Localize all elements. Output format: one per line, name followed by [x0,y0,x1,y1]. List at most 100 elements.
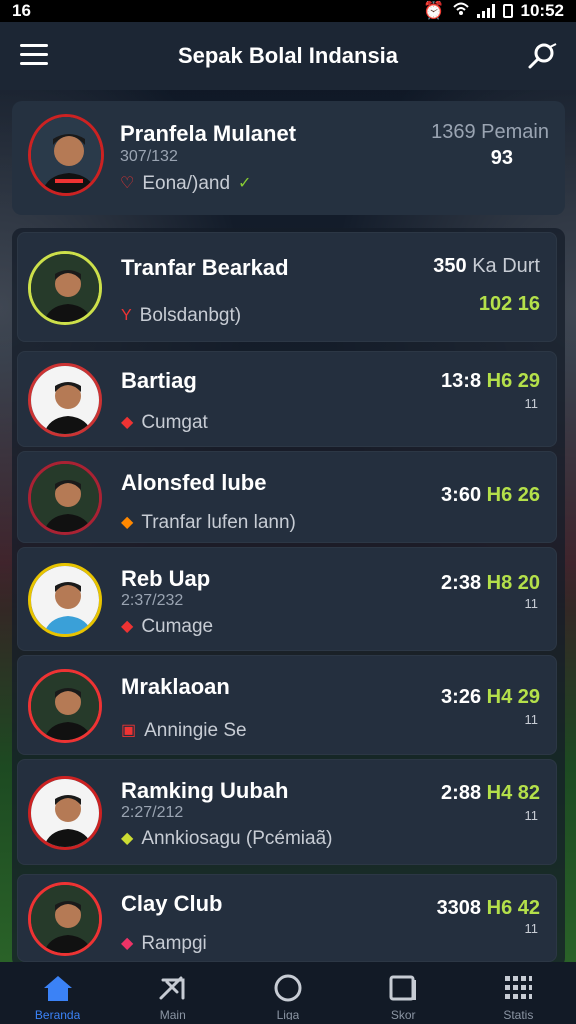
club-card[interactable]: Alonsfed lube ◆ Tranfar lufen lann) 3:60 H6… [17,451,557,543]
stat-green: H6 29 [486,370,540,392]
tagline-text: Bolsdanbgt) [139,305,242,326]
player-name: Pranfela Mulanet [120,121,297,146]
player-icon: Y [121,307,132,324]
nav-label: Beranda [34,1008,81,1020]
club-tagline: ◆ Tranfar lufen lann) [121,512,296,534]
player-tagline: ♡ Eona/)and ✓ [120,173,251,195]
tagline-text: Cumgat [141,412,208,433]
club-name: Tranfar Bearkad [121,255,289,280]
stat-green: H4 82 [486,782,540,804]
club-stat: 2:38 H8 20 [441,572,540,595]
tagline-text: Cumage [141,616,214,637]
nav-label: Skor [390,1008,416,1020]
status-time-left: 16 [12,1,31,20]
heart-icon: ◆ [121,618,134,635]
check-icon: ✓ [238,175,252,192]
flag-icon: ▣ [121,722,137,739]
battery-icon [502,4,513,18]
ball-icon [159,976,185,1000]
circle-icon [274,974,302,1002]
stat-value: 3308 [436,897,482,919]
club-stat-small: 11 [524,712,539,727]
club-stat: 350 Ka Durt [433,255,540,278]
player-date: 307/132 [120,148,178,165]
app-bar: Sepak Bolal Indansia [0,22,576,90]
player-count: 1369 Pemain [431,121,549,143]
club-stat-green: 102 16 [478,293,540,315]
club-stat: 3:26 H4 29 [441,686,540,709]
alarm-icon: ⏰ [423,1,445,20]
club-card[interactable]: Tranfar Bearkad Y Bolsdanbgt) 350 Ka Durt 10… [17,232,557,342]
stat-unit: Ka Durt [472,255,540,277]
club-card[interactable]: Mraklaoan ▣ Anningie Se 3:26 H4 29 11 [17,655,557,755]
tagline-text: Eona/)and [142,173,231,194]
club-tagline: ▣ Anningie Se [121,720,247,742]
club-name: Alonsfed lube [121,470,267,495]
status-bar: 16 ⏰ 10:52 [0,0,576,22]
tagline-text: Annkiosagu (Pcémiaã) [141,828,333,849]
club-name: Mraklaoan [121,674,230,699]
nav-league[interactable]: Liga [248,974,328,1020]
club-crest [28,776,102,850]
stat-green: H4 29 [486,686,540,708]
club-crest [28,251,102,325]
grid-icon [505,976,533,999]
tagline-text: Rampgi [141,933,207,954]
stat-green: H6 42 [486,897,540,919]
club-crest [28,669,102,743]
stat-green: H8 20 [486,572,540,594]
club-name: Clay Club [121,891,223,916]
avatar [28,114,104,196]
nav-stats[interactable]: Statis [478,974,558,1020]
club-tagline: ◆ Annkiosagu (Pcémiaã) [121,828,332,850]
club-card[interactable]: Bartiag ◆ Cumgat 13:8 H6 29 11 [17,351,557,447]
club-stat: 2:88 H4 82 [441,782,540,805]
club-date: 2:37/232 [121,592,184,609]
nav-home[interactable]: Beranda [18,974,98,1020]
app-title: Sepak Bolal Indansia [177,43,399,68]
club-crest [28,461,102,535]
player-score: 93 [490,147,513,169]
club-crest [28,363,102,437]
club-tagline: Y Bolsdanbgt) [121,305,241,327]
tagline-text: Tranfar lufen lann) [141,512,296,533]
club-card[interactable]: Reb Uap 2:37/232 ◆ Cumage 2:38 H8 20 11 [17,547,557,651]
status-icons: ⏰ 10:52 [423,1,564,21]
nav-label: Statis [503,1008,534,1020]
stat-value: 2:38 [441,572,482,594]
club-card[interactable]: Ramking Uubah 2:27/212 ◆ Annkiosagu (Pcémia… [17,759,557,865]
club-stat-small: 11 [524,921,539,936]
stat-value: 2:88 [441,782,482,804]
club-stat: 3308 H6 42 [437,897,540,920]
club-name: Ramking Uubah [121,778,289,803]
bottom-nav: Beranda Main Liga Skor Statis [0,962,576,1024]
shield-icon: ◆ [121,414,134,431]
status-clock: 10:52 [520,1,564,20]
club-tagline: ◆ Rampgi [121,933,207,955]
stat-value: 3:60 [441,484,482,506]
club-date: 2:27/212 [121,804,184,821]
featured-player-card[interactable]: Pranfela Mulanet 307/132 ♡ Eona/)and ✓ 1… [12,101,565,215]
stat-green: H6 26 [486,484,540,506]
stat-value: 3:26 [441,686,482,708]
signal-icon [476,4,495,18]
club-name: Bartiag [121,368,197,393]
menu-icon[interactable] [20,44,48,66]
tagline-text: Anningie Se [144,720,247,741]
club-card[interactable]: Clay Club ◆ Rampgi 3308 H6 42 11 [17,874,557,962]
home-icon [43,976,72,1001]
stat-value: 350 [433,255,467,277]
crest-icon: ◆ [121,514,134,531]
club-stat-small: 11 [524,596,539,611]
club-stat-small: 11 [524,396,539,411]
nav-score[interactable]: Skor [363,974,443,1020]
heart-icon: ♡ [120,175,135,192]
nav-label: Liga [276,1008,300,1020]
club-stat-small: 11 [524,808,539,823]
club-stat: 13:8 H6 29 [441,370,540,393]
club-crest [28,882,102,956]
nav-matches[interactable]: Main [133,974,213,1020]
club-crest [28,563,102,637]
gift-icon: ◆ [121,935,134,952]
search-icon[interactable] [526,41,558,71]
